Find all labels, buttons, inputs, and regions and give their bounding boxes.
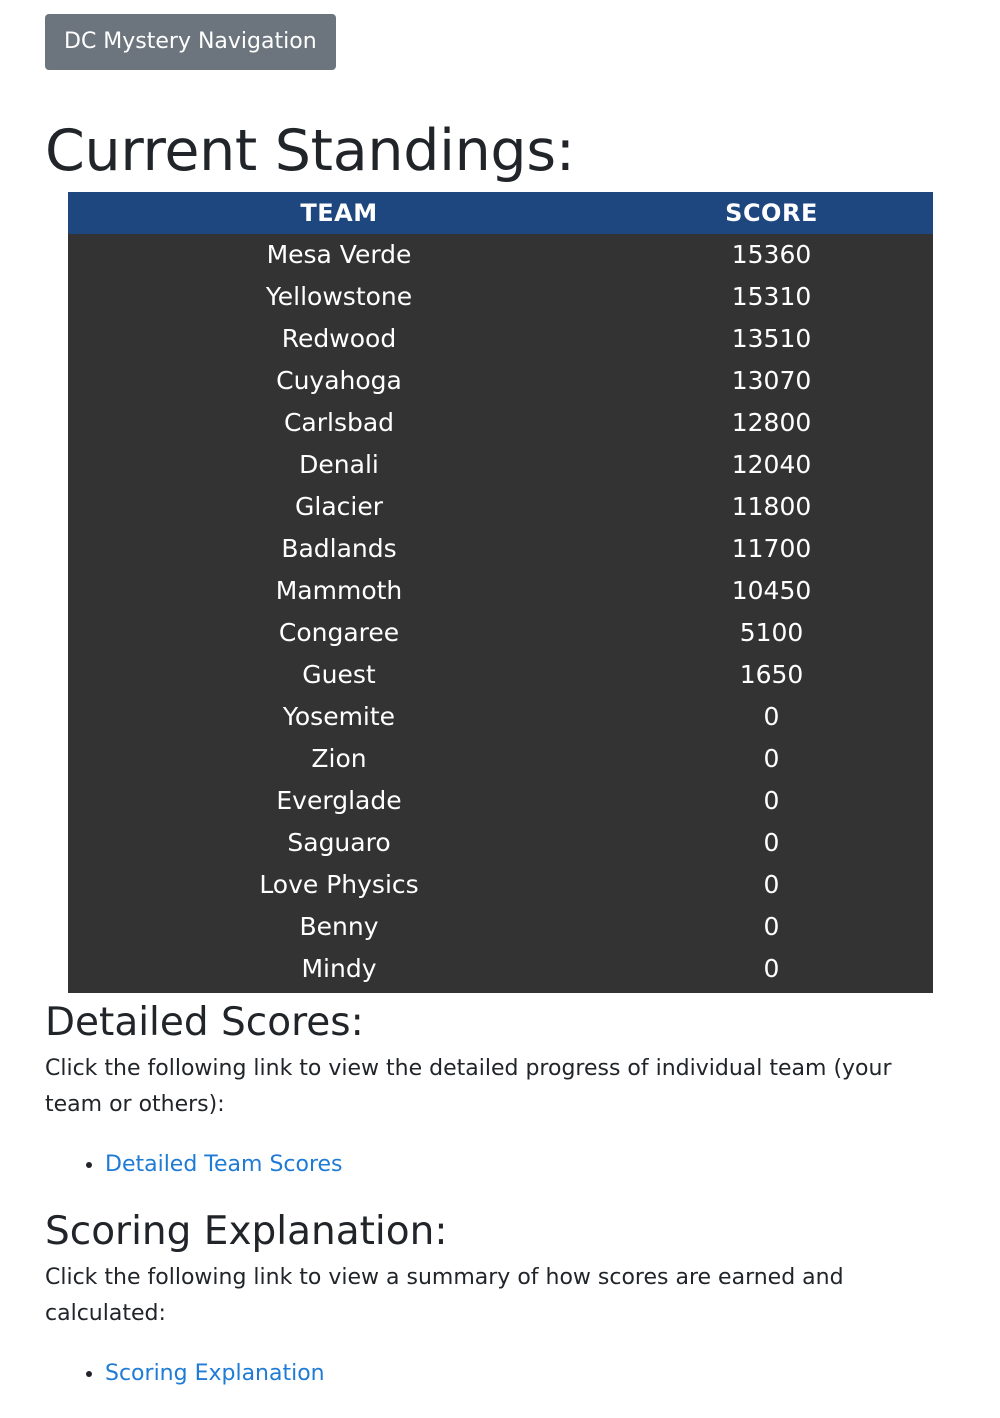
- team-score-cell: 0: [763, 744, 780, 773]
- team-score-cell: 11700: [731, 534, 812, 563]
- table-row: Guest 1650: [68, 654, 933, 696]
- dc-mystery-navigation-button[interactable]: DC Mystery Navigation: [45, 14, 336, 70]
- table-row: Everglade 0: [68, 780, 933, 822]
- team-name-cell: Cuyahoga: [276, 366, 402, 395]
- team-score-cell: 0: [763, 828, 780, 857]
- team-name-cell: Yosemite: [282, 702, 396, 731]
- team-name-cell: Benny: [299, 912, 379, 941]
- table-row: Cuyahoga 13070: [68, 360, 933, 402]
- team-score-cell: 15310: [731, 282, 812, 311]
- table-row: Benny 0: [68, 906, 933, 948]
- team-name-cell: Denali: [299, 450, 379, 479]
- team-score-cell: 1650: [739, 660, 804, 689]
- team-score-cell: 10450: [731, 576, 812, 605]
- column-header-team: TEAM: [300, 199, 378, 227]
- team-name-cell: Guest: [302, 660, 376, 689]
- scoring-explanation-link-list: Scoring Explanation: [45, 1357, 955, 1391]
- table-row: Mesa Verde 15360: [68, 234, 933, 276]
- scoring-explanation-heading: Scoring Explanation:: [45, 1209, 448, 1254]
- team-score-cell: 0: [763, 912, 780, 941]
- page-title: Current Standings:: [45, 118, 575, 184]
- table-row: Badlands 11700: [68, 528, 933, 570]
- team-score-cell: 11800: [731, 492, 812, 521]
- team-score-cell: 5100: [739, 618, 804, 647]
- list-item: Detailed Team Scores: [105, 1148, 955, 1182]
- table-row: Denali 12040: [68, 444, 933, 486]
- column-header-score: SCORE: [725, 199, 818, 227]
- team-score-cell: 12800: [731, 408, 812, 437]
- standings-header-row: TEAM SCORE: [68, 192, 933, 234]
- team-name-cell: Mesa Verde: [266, 240, 412, 269]
- team-name-cell: Everglade: [276, 786, 402, 815]
- page: DC Mystery Navigation Current Standings:…: [0, 0, 1000, 1391]
- list-item: Scoring Explanation: [105, 1357, 955, 1391]
- team-name-cell: Yellowstone: [265, 282, 413, 311]
- table-row: Mammoth 10450: [68, 570, 933, 612]
- table-row: Glacier 11800: [68, 486, 933, 528]
- team-score-cell: 0: [763, 954, 780, 983]
- team-score-cell: 15360: [731, 240, 812, 269]
- team-score-cell: 12040: [731, 450, 812, 479]
- team-score-cell: 0: [763, 786, 780, 815]
- table-row: Saguaro 0: [68, 822, 933, 864]
- detailed-scores-description: Click the following link to view the det…: [45, 1056, 892, 1117]
- standings-table: TEAM SCORE Mesa Verde 15360 Yellowstone …: [68, 192, 933, 993]
- team-score-cell: 13510: [731, 324, 812, 353]
- table-row: Love Physics 0: [68, 864, 933, 906]
- table-row: Yosemite 0: [68, 696, 933, 738]
- team-name-cell: Mammoth: [275, 576, 403, 605]
- team-name-cell: Saguaro: [287, 828, 391, 857]
- team-name-cell: Badlands: [281, 534, 397, 563]
- table-row: Redwood 13510: [68, 318, 933, 360]
- table-row: Yellowstone 15310: [68, 276, 933, 318]
- scoring-explanation-description: Click the following link to view a summa…: [45, 1265, 844, 1326]
- detailed-scores-link-list: Detailed Team Scores: [45, 1148, 955, 1182]
- table-row: Zion 0: [68, 738, 933, 780]
- team-name-cell: Glacier: [295, 492, 383, 521]
- detailed-scores-heading: Detailed Scores:: [45, 1000, 364, 1045]
- scoring-explanation-link[interactable]: Scoring Explanation: [105, 1361, 325, 1386]
- team-score-cell: 0: [763, 870, 780, 899]
- team-name-cell: Redwood: [281, 324, 397, 353]
- team-name-cell: Zion: [311, 744, 367, 773]
- team-name-cell: Mindy: [301, 954, 377, 983]
- team-score-cell: 13070: [731, 366, 812, 395]
- team-score-cell: 0: [763, 702, 780, 731]
- table-row: Carlsbad 12800: [68, 402, 933, 444]
- table-row: Mindy 0: [68, 948, 933, 993]
- team-name-cell: Congaree: [278, 618, 400, 647]
- team-name-cell: Love Physics: [259, 870, 419, 899]
- table-row: Congaree 5100: [68, 612, 933, 654]
- team-name-cell: Carlsbad: [283, 408, 395, 437]
- detailed-team-scores-link[interactable]: Detailed Team Scores: [105, 1152, 343, 1177]
